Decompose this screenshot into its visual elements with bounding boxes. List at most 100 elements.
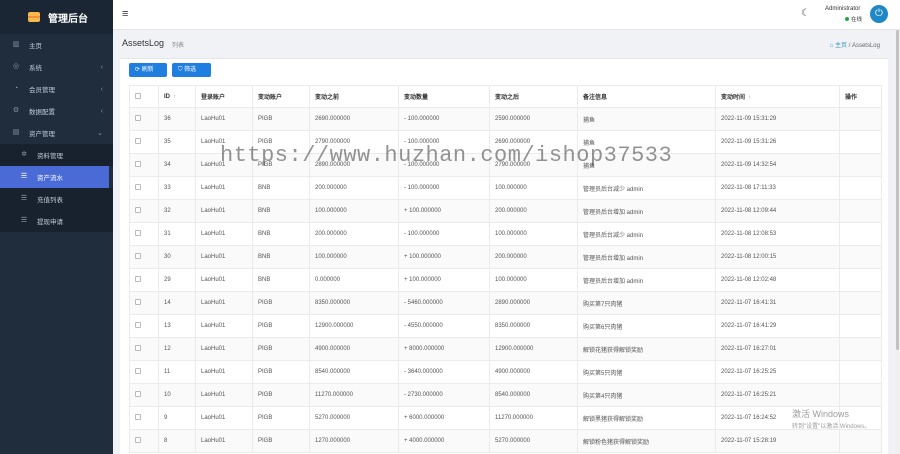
row-checkbox[interactable] (135, 161, 141, 167)
sidebar-subitem[interactable]: ☰ 提现申请 (0, 210, 113, 232)
row-checkbox[interactable] (135, 368, 141, 374)
row-select-cell (129, 130, 159, 154)
sidebar-item[interactable]: ◔ 会员管理 ‹ (0, 78, 113, 100)
chevron-down-icon: ⌄ (97, 130, 103, 137)
table-cell: PIGB (252, 314, 310, 338)
power-icon[interactable]: ⏻ (870, 5, 888, 23)
row-checkbox[interactable] (135, 115, 141, 121)
filter-button[interactable]: ⛉ 筛选 (172, 63, 211, 77)
moon-icon[interactable]: ☾ (801, 8, 810, 19)
row-checkbox[interactable] (135, 437, 141, 443)
table-cell: 5270.000000 (309, 406, 399, 430)
page-header: AssetsLog 列表 ⌂ 主页 / AssetsLog (113, 30, 900, 58)
sidebar-subitem[interactable]: ☰ 资产流水 (0, 166, 109, 188)
table-cell: 2022-11-07 16:41:29 (715, 314, 840, 338)
sort-icon[interactable]: ↑ (748, 95, 751, 101)
table-cell: 100.000000 (489, 176, 578, 200)
sidebar-item[interactable]: ◎ 系统 ‹ (0, 56, 113, 78)
row-checkbox[interactable] (135, 345, 141, 351)
row-checkbox[interactable] (135, 276, 141, 282)
sidebar-subitem[interactable]: ✲ 资料管理 (0, 144, 113, 166)
table-cell: BNB (252, 176, 310, 200)
table-cell: 2790.000000 (309, 130, 399, 154)
table-cell: LaoHu01 (195, 291, 253, 315)
table-cell: 35 (158, 130, 196, 154)
row-checkbox[interactable] (135, 391, 141, 397)
table-cell: 捕鱼 (577, 153, 716, 177)
action-cell (839, 337, 882, 361)
column-header: 变动数量 (398, 85, 490, 108)
menu-toggle-icon[interactable]: ≡ (122, 8, 128, 20)
column-header-label: 变动之前 (315, 95, 340, 101)
row-checkbox[interactable] (135, 299, 141, 305)
table-cell: 捕鱼 (577, 107, 716, 131)
row-checkbox[interactable] (135, 322, 141, 328)
row-select-cell (129, 383, 159, 407)
brand[interactable]: 管理后台 (0, 0, 113, 34)
column-header-label: 变动数量 (404, 95, 429, 101)
table-cell: + 100.000000 (398, 245, 490, 269)
chevron-left-icon: ‹ (100, 63, 103, 71)
table-row: 10 LaoHu01 PIGB 11270.000000- 2730.000000 85… (129, 383, 882, 407)
table-cell: - 5460.000000 (398, 291, 490, 315)
column-header[interactable]: ID ↑ (158, 85, 196, 108)
select-all-checkbox[interactable] (135, 92, 141, 99)
table-cell: 8540.000000 (489, 383, 578, 407)
table-row: 13 LaoHu01 PIGB 12900.000000- 4550.000000 83… (129, 314, 882, 338)
sidebar-item[interactable]: ▥ 主页 (0, 34, 113, 56)
row-select-cell (129, 314, 159, 338)
table-cell: 购买第7只肉猪 (577, 291, 716, 315)
table-cell: 2022-11-09 15:31:29 (715, 107, 840, 131)
row-select-cell (129, 360, 159, 384)
dashboard-icon: ▥ (12, 41, 20, 48)
row-checkbox[interactable] (135, 207, 141, 213)
table-cell: - 100.000000 (398, 107, 490, 131)
table-cell: 34 (158, 153, 196, 177)
activate-windows-subtitle: 转到"设置"以激活 Windows。 (792, 424, 871, 430)
breadcrumb: ⌂ 主页 / AssetsLog (830, 40, 880, 49)
activate-windows-title: 激活 Windows (792, 409, 850, 419)
row-checkbox[interactable] (135, 253, 141, 259)
table-cell: PIGB (252, 429, 310, 453)
table-cell: 9 (158, 406, 196, 430)
table-cell: LaoHu01 (195, 383, 253, 407)
action-cell (839, 314, 882, 338)
table-cell: 12900.000000 (489, 337, 578, 361)
sidebar-item[interactable]: ▤ 资产管理 ⌄ (0, 122, 113, 144)
table-row: 34 LaoHu01 PIGB 2890.000000- 100.000000 2790… (129, 153, 882, 177)
table-cell: + 100.000000 (398, 268, 490, 292)
main-content: AssetsLog 列表 ⌂ 主页 / AssetsLog ⟳ 刷新 ⛉ 筛选 … (113, 30, 900, 454)
page-scrollbar[interactable] (895, 30, 900, 454)
table-cell: 13 (158, 314, 196, 338)
breadcrumb-home[interactable]: ⌂ 主页 (830, 43, 847, 49)
table-cell: 11270.000000 (489, 406, 578, 430)
table-cell: 11270.000000 (309, 383, 399, 407)
sort-icon[interactable]: ↑ (173, 94, 176, 100)
table-cell: PIGB (252, 383, 310, 407)
scrollbar-thumb[interactable] (896, 30, 899, 350)
row-checkbox[interactable] (135, 184, 141, 190)
table-cell: 解锁粉色猪获得解锁奖励 (577, 429, 716, 453)
sidebar-subitem[interactable]: ☰ 充值列表 (0, 188, 113, 210)
row-checkbox[interactable] (135, 138, 141, 144)
table-cell: 100.000000 (309, 199, 399, 223)
table-cell: LaoHu01 (195, 199, 253, 223)
table-cell: 12 (158, 337, 196, 361)
table-cell: 2022-11-07 15:28:19 (715, 429, 840, 453)
table-cell: 管理员后台减少 admin (577, 222, 716, 246)
sidebar-item[interactable]: ⚙ 数据配置 ‹ (0, 100, 113, 122)
table-cell: LaoHu01 (195, 429, 253, 453)
action-cell (839, 291, 882, 315)
column-header[interactable]: 变动时间 ↑ (715, 85, 840, 108)
table-cell: 2590.000000 (489, 107, 578, 131)
table-cell: - 4550.000000 (398, 314, 490, 338)
refresh-button[interactable]: ⟳ 刷新 (129, 63, 167, 77)
table-cell: 2022-11-08 12:00:15 (715, 245, 840, 269)
column-header: 变动之前 (309, 85, 399, 108)
row-checkbox[interactable] (135, 230, 141, 236)
table-cell: 2022-11-07 16:25:25 (715, 360, 840, 384)
table-cell: - 100.000000 (398, 222, 490, 246)
row-checkbox[interactable] (135, 414, 141, 420)
action-cell (839, 199, 882, 223)
gear-icon: ✲ (21, 151, 27, 158)
